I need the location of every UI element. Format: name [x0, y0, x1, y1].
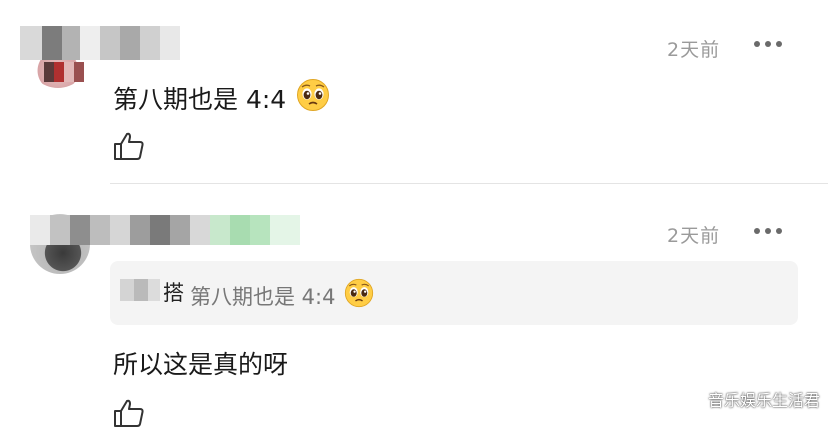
comment-text: 所以这是真的呀 [113, 350, 289, 379]
quoted-username-blurred [120, 279, 160, 301]
avatar-detail [44, 62, 84, 82]
pleading-face-emoji [345, 278, 374, 308]
username-blurred[interactable] [30, 215, 300, 245]
comment-time: 2天前 [667, 39, 721, 61]
watermark: 音乐娱乐生活君 [707, 391, 820, 410]
comment-text: 第八期也是 4:4 [113, 78, 330, 116]
divider [110, 183, 828, 184]
pleading-face-emoji [297, 79, 330, 111]
thumbs-up-icon[interactable] [113, 398, 145, 428]
thumbs-up-icon[interactable] [113, 131, 145, 161]
more-options-icon[interactable] [754, 41, 782, 47]
username-blurred[interactable] [20, 26, 180, 60]
comment-time: 2天前 [667, 225, 721, 247]
more-options-icon[interactable] [754, 228, 782, 234]
quoted-text: 第八期也是 4:4 [190, 278, 374, 311]
quoted-reply[interactable]: 搭 第八期也是 4:4 [110, 261, 798, 325]
quoted-username-partial: 搭 [163, 281, 184, 305]
